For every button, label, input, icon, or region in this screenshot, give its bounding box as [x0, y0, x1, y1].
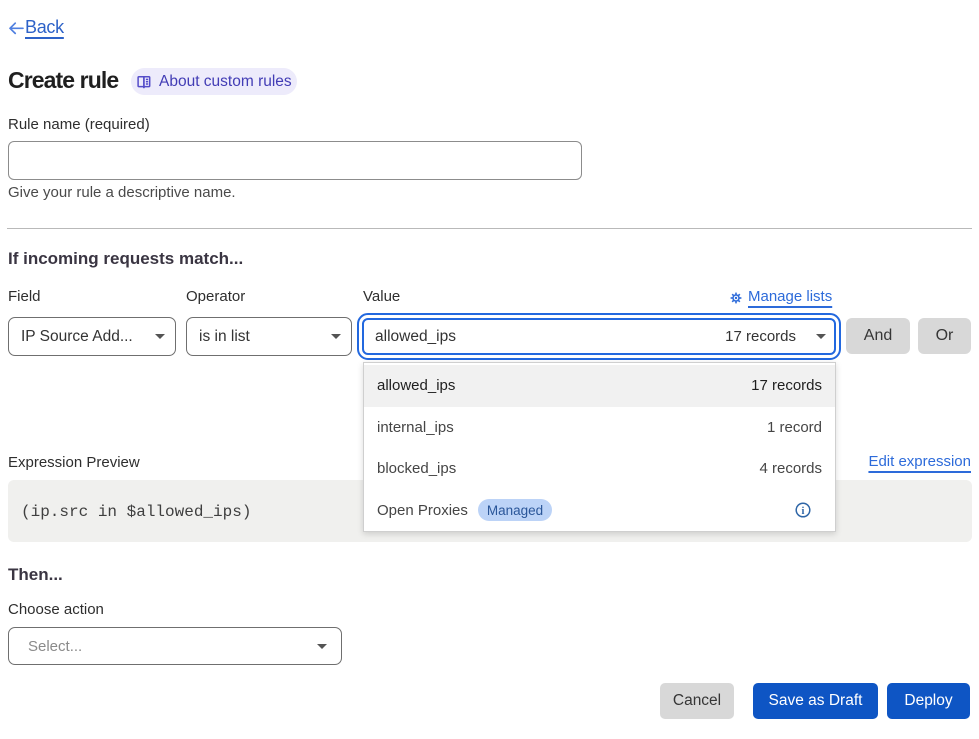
svg-text:i: i: [802, 506, 805, 517]
